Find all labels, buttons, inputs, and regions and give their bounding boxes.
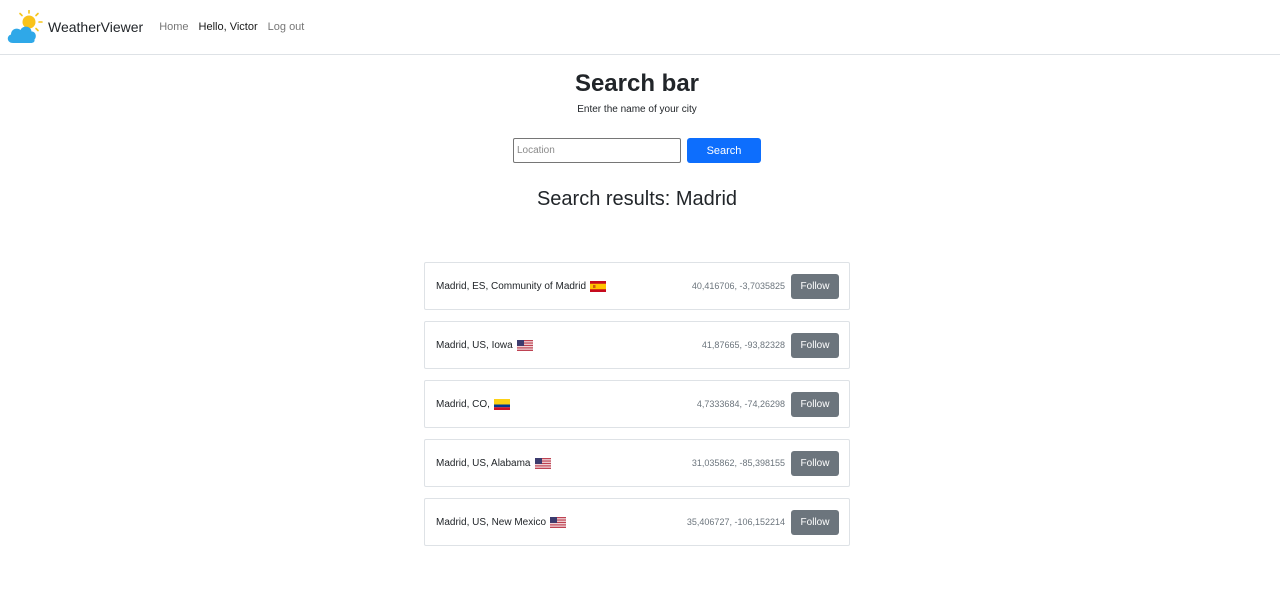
result-name: Madrid, US, New Mexico: [436, 516, 547, 528]
nav-links: Home Hello, Victor Log out: [159, 21, 304, 33]
brand-link[interactable]: WeatherViewer: [5, 10, 143, 44]
follow-button[interactable]: Follow: [791, 450, 839, 476]
result-actions: 31,035862, -85,398155 Follow: [691, 450, 839, 476]
result-name: Madrid, US, Alabama: [436, 457, 531, 469]
result-name: Madrid, CO,: [436, 398, 490, 410]
follow-button[interactable]: Follow: [791, 391, 839, 417]
result-card: Madrid, US, Alabama 31,035862, -85,39815…: [424, 439, 850, 487]
search-button[interactable]: Search: [687, 138, 761, 163]
nav-logout-link[interactable]: Log out: [268, 21, 305, 33]
result-coordinates: 35,406727, -106,152214: [686, 517, 785, 527]
result-card: Madrid, CO, 4,7333684, -74,26298 Follow: [424, 380, 850, 428]
result-card: Madrid, US, Iowa 41,87665, -93,82328 Fol…: [424, 321, 850, 369]
us-flag-icon: [550, 516, 567, 528]
follow-button[interactable]: Follow: [791, 332, 839, 358]
result-location: Madrid, ES, Community of Madrid: [436, 280, 607, 292]
result-name: Madrid, US, Iowa: [436, 339, 513, 351]
brand-name: WeatherViewer: [48, 19, 144, 35]
result-location: Madrid, US, Alabama: [436, 457, 551, 469]
page-subtitle: Enter the name of your city: [577, 104, 697, 115]
result-coordinates: 4,7333684, -74,26298: [696, 399, 785, 409]
page-title: Search bar: [574, 70, 700, 97]
result-location: Madrid, CO,: [436, 398, 510, 410]
result-actions: 41,87665, -93,82328 Follow: [701, 332, 839, 358]
nav-user-greeting: Hello, Victor: [198, 21, 258, 33]
location-input[interactable]: [513, 138, 681, 163]
result-card: Madrid, ES, Community of Madrid 40,41670…: [424, 262, 850, 310]
result-actions: 4,7333684, -74,26298 Follow: [696, 391, 839, 417]
result-name: Madrid, ES, Community of Madrid: [436, 280, 587, 292]
us-flag-icon: [534, 457, 551, 469]
follow-button[interactable]: Follow: [791, 509, 839, 535]
spain-flag-icon: [590, 280, 607, 292]
navbar: WeatherViewer Home Hello, Victor Log out: [0, 0, 1280, 55]
result-coordinates: 40,416706, -3,7035825: [691, 281, 785, 291]
result-coordinates: 41,87665, -93,82328: [701, 340, 785, 350]
colombia-flag-icon: [493, 398, 510, 410]
result-actions: 40,416706, -3,7035825 Follow: [691, 273, 839, 299]
sun-cloud-logo-icon: [7, 10, 43, 43]
result-actions: 35,406727, -106,152214 Follow: [686, 509, 839, 535]
us-flag-icon: [516, 339, 533, 351]
results-list: Madrid, ES, Community of Madrid 40,41670…: [424, 262, 850, 557]
result-coordinates: 31,035862, -85,398155: [691, 458, 785, 468]
search-form: Search: [513, 138, 761, 163]
result-location: Madrid, US, Iowa: [436, 339, 533, 351]
result-card: Madrid, US, New Mexico 35,406727, -106,1…: [424, 498, 850, 546]
follow-button[interactable]: Follow: [791, 273, 839, 299]
result-location: Madrid, US, New Mexico: [436, 516, 567, 528]
results-title: Search results: Madrid: [536, 188, 738, 210]
nav-home-link[interactable]: Home: [159, 21, 188, 33]
